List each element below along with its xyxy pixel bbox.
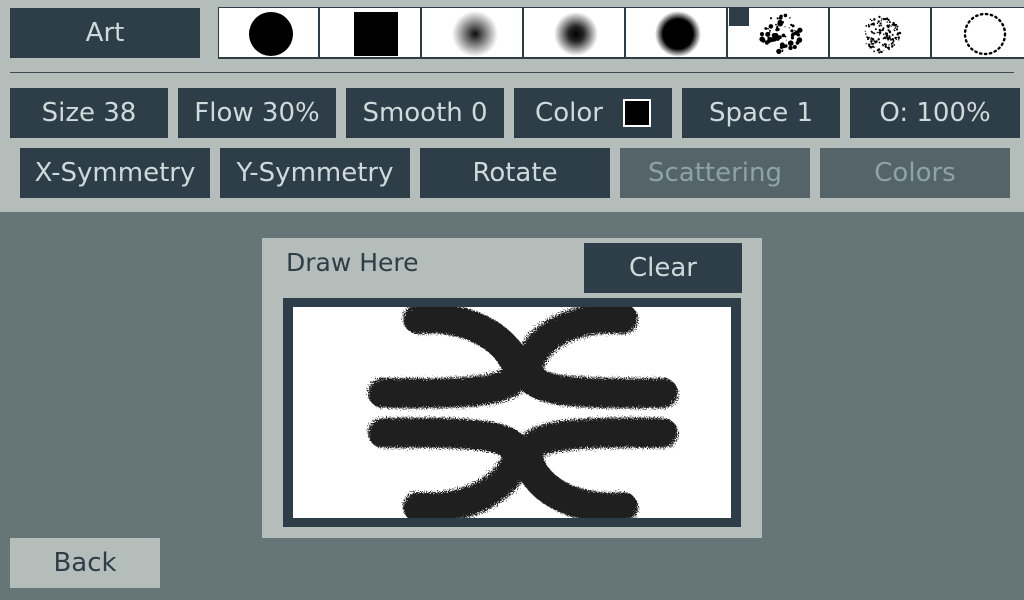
canvas-frame [283,298,741,527]
solid-circle-brush-icon [249,12,293,56]
medium-soft-brush-icon [554,12,598,56]
flow-button[interactable]: Flow 30% [178,88,336,138]
brush-hard-soft[interactable] [627,8,728,57]
size-label: Size 38 [41,98,137,128]
color-swatch [621,98,652,128]
brush-medium-soft[interactable] [525,8,626,57]
solid-square-brush-icon [354,12,398,56]
scattering-label: Scattering [647,158,782,188]
smooth-label: Smooth 0 [362,98,488,128]
dotted-circle-brush-icon [963,12,1007,56]
stroke-bottom-left [368,417,532,518]
fine-spray-brush-icon [864,15,902,54]
x-symmetry-label: X-Symmetry [34,158,196,188]
colors-button[interactable]: Colors [820,148,1010,198]
selected-indicator [729,8,749,26]
brush-picker [218,7,1024,59]
scattering-button[interactable]: Scattering [620,148,810,198]
back-button[interactable]: Back [10,538,160,588]
brush-solid-circle[interactable] [219,8,320,57]
color-label: Color [535,98,603,128]
drawing-canvas[interactable] [293,307,731,518]
stroke-top-right [513,307,678,409]
rotate-button[interactable]: Rotate [420,148,610,198]
toolbar-panel: Art Size 38 Flow 30% Smooth 0 Color Spac… [0,0,1024,212]
y-symmetry-button[interactable]: Y-Symmetry [220,148,410,198]
toolbar-divider [10,72,1014,73]
category-button[interactable]: Art [10,8,200,58]
x-symmetry-button[interactable]: X-Symmetry [20,148,210,198]
draw-title: Draw Here [286,248,419,277]
brush-solid-square[interactable] [321,8,422,57]
back-label: Back [53,548,117,578]
brush-splatter[interactable] [729,8,830,57]
space-button[interactable]: Space 1 [682,88,840,138]
hard-soft-brush-icon [655,11,701,57]
clear-button[interactable]: Clear [584,243,742,293]
space-label: Space 1 [708,98,814,128]
stroke-top-left [368,307,532,409]
drawn-strokes [368,307,678,518]
brush-soft-round[interactable] [423,8,524,57]
brush-dotted-circle[interactable] [933,8,1024,57]
colors-label: Colors [874,158,956,188]
stroke-bottom-right [513,417,678,518]
smooth-button[interactable]: Smooth 0 [346,88,504,138]
category-label: Art [85,18,125,48]
brush-fine-spray[interactable] [831,8,932,57]
size-button[interactable]: Size 38 [10,88,168,138]
clear-label: Clear [629,253,697,283]
opacity-button[interactable]: O: 100% [850,88,1020,138]
opacity-label: O: 100% [879,98,991,128]
soft-round-brush-icon [452,11,498,57]
drawing-panel: Draw Here Clear [262,238,762,538]
rotate-label: Rotate [472,158,558,188]
flow-label: Flow 30% [194,98,320,128]
color-button[interactable]: Color [514,88,672,138]
y-symmetry-label: Y-Symmetry [236,158,394,188]
splatter-brush-icon [729,8,803,55]
